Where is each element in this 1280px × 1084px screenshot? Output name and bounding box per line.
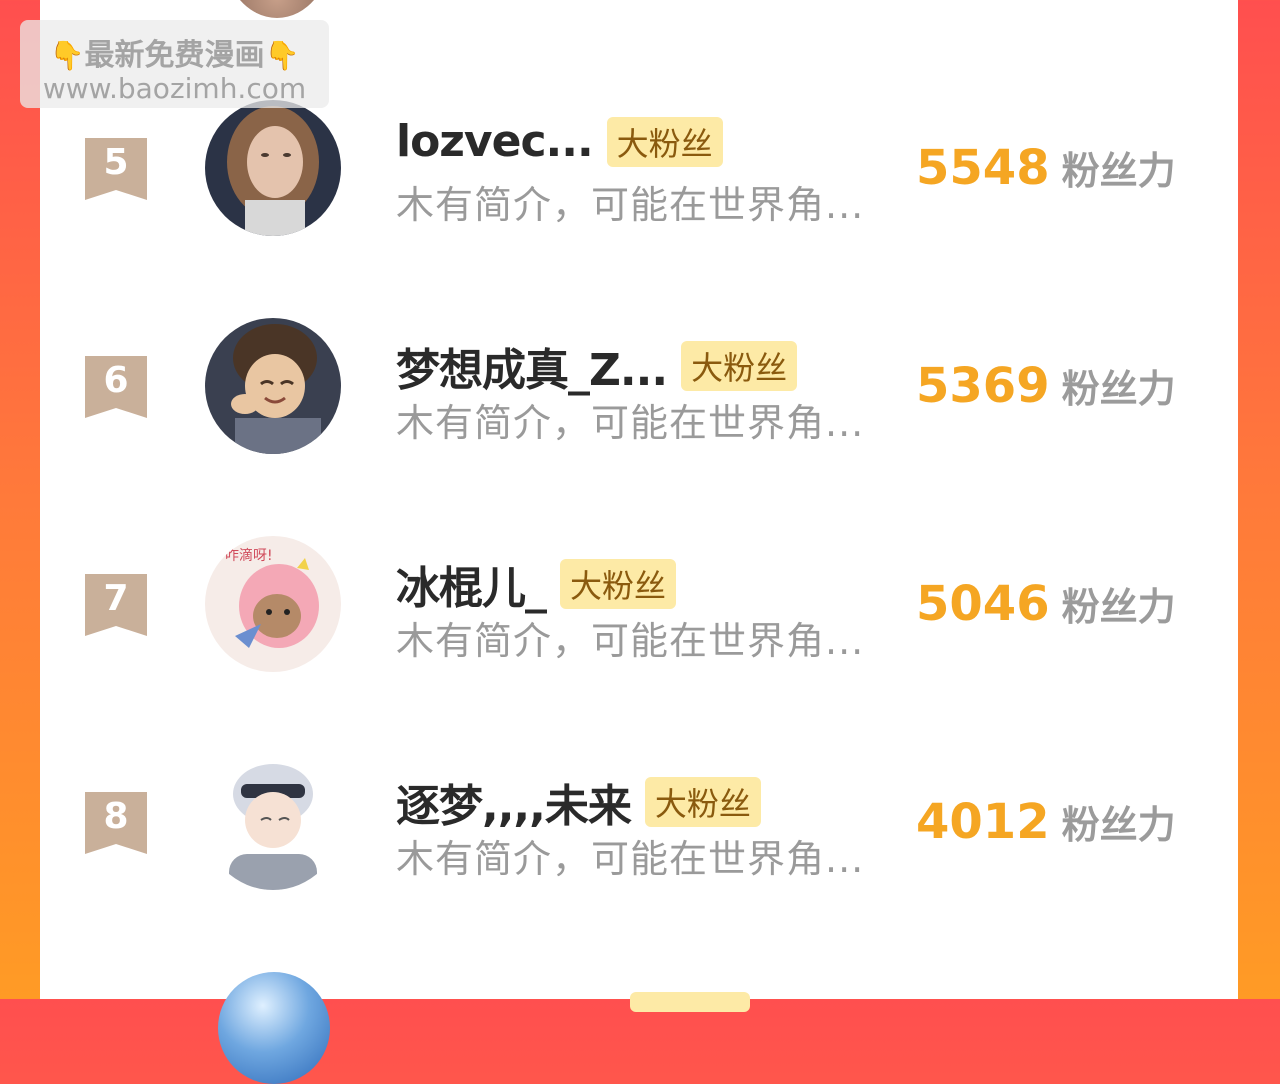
user-name[interactable]: 冰棍儿_ <box>396 552 547 616</box>
pointing-down-hand-icon: 👇 <box>49 39 85 72</box>
fan-power-score: 4012 粉丝力 <box>916 794 1176 850</box>
rank-row-8[interactable]: 8 逐梦,,,,未来 大粉丝 木有简介，可能在世界角... 4012 粉丝力 <box>0 754 1280 894</box>
rank-number: 7 <box>103 578 129 619</box>
rank-number: 6 <box>103 360 129 401</box>
woman-portrait-avatar[interactable] <box>205 100 341 236</box>
fan-level-tag: 大粉丝 <box>644 777 761 827</box>
user-name[interactable]: lozvec... <box>396 116 594 167</box>
watermark-line1: 最新免费漫画 <box>84 38 265 73</box>
rank-row-7[interactable]: 7 咋滴呀! 冰棍儿_ 大粉丝 木有简介，可能在世界角... 5046 粉丝力 <box>0 536 1280 676</box>
fan-level-tag: 大粉丝 <box>681 341 798 391</box>
avatar-partial-bottom[interactable] <box>218 972 330 1084</box>
rank-badge: 8 <box>85 792 147 856</box>
user-bio: 木有简介，可能在世界角... <box>396 401 865 445</box>
score-value: 5369 <box>916 358 1050 414</box>
rank-badge: 5 <box>85 138 147 202</box>
watermark-line2: www.baozimh.com <box>42 72 307 105</box>
rank-badge: 6 <box>85 356 147 420</box>
pink-dino-avatar[interactable]: 咋滴呀! <box>205 536 341 672</box>
fan-power-score: 5548 粉丝力 <box>916 140 1176 196</box>
rank-row-5[interactable]: 5 lozvec... 大粉丝 木有简介，可能在世界角... 5548 粉丝力 <box>0 100 1280 240</box>
anime-boy-avatar[interactable] <box>205 318 341 454</box>
rank-number: 8 <box>103 796 129 837</box>
fan-level-tag: 大粉丝 <box>560 559 677 609</box>
user-name[interactable]: 逐梦,,,,未来 <box>396 770 632 834</box>
score-unit: 粉丝力 <box>1061 149 1176 193</box>
svg-text:咋滴呀!: 咋滴呀! <box>225 547 273 564</box>
pointing-down-hand-icon: 👇 <box>264 39 300 72</box>
rank-badge: 7 <box>85 574 147 638</box>
score-unit: 粉丝力 <box>1061 585 1176 629</box>
score-value: 4012 <box>916 794 1050 850</box>
watermark: 👇最新免费漫画👇 www.baozimh.com <box>20 20 329 108</box>
fan-level-tag-partial <box>630 992 750 1012</box>
user-bio: 木有简介，可能在世界角... <box>396 837 865 881</box>
score-value: 5046 <box>916 576 1050 632</box>
fan-power-score: 5046 粉丝力 <box>916 576 1176 632</box>
user-name[interactable]: 梦想成真_Z... <box>396 334 668 398</box>
user-bio: 木有简介，可能在世界角... <box>396 183 865 227</box>
rank-row-6[interactable]: 6 梦想成真_Z... 大粉丝 木有简介，可能在世界角... 5369 粉丝力 <box>0 318 1280 458</box>
fan-level-tag: 大粉丝 <box>606 116 723 167</box>
score-unit: 粉丝力 <box>1061 803 1176 847</box>
rank-number: 5 <box>103 142 129 183</box>
score-value: 5548 <box>916 140 1050 196</box>
fan-power-score: 5369 粉丝力 <box>916 358 1176 414</box>
score-unit: 粉丝力 <box>1061 367 1176 411</box>
anime-silver-hair-avatar[interactable] <box>205 754 341 890</box>
user-bio: 木有简介，可能在世界角... <box>396 619 865 663</box>
